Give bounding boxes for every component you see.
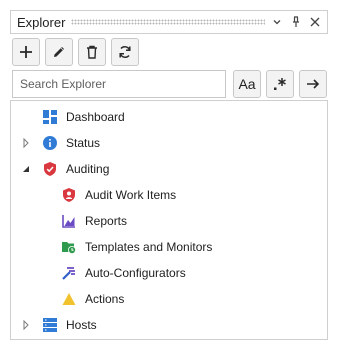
explorer-title-bar: Explorer [10,10,328,34]
pin-icon[interactable] [290,16,302,28]
pencil-icon [54,47,64,57]
server-icon [43,318,57,332]
add-button[interactable] [12,38,40,66]
match-case-label: Aa [238,76,256,92]
tree-item-label: Status [66,136,101,150]
folder-clock-icon [62,240,76,254]
explorer-tree: Dashboard Status Auditing Audit Work Ite… [10,100,328,340]
refresh-button[interactable] [111,38,139,66]
panel-title: Explorer [17,14,66,30]
chart-icon [62,214,76,228]
shield-user-icon [62,188,76,202]
collapse-icon[interactable] [21,164,31,174]
tree-item-label: Audit Work Items [85,188,177,202]
close-icon[interactable] [309,16,321,28]
refresh-icon [119,46,131,58]
go-button[interactable] [299,70,327,98]
tree-item-label: Templates and Monitors [85,240,213,254]
drag-grip[interactable] [71,19,265,25]
tree-item-label: Reports [85,214,128,228]
shield-check-icon [43,162,57,176]
plus-icon [20,46,32,58]
info-icon [43,136,57,150]
expand-icon[interactable] [21,138,31,148]
tree-item-label: Hosts [66,318,97,332]
match-case-button[interactable]: Aa [233,70,261,98]
search-input[interactable] [12,70,226,98]
tree-item-label: Auto-Configurators [85,266,186,280]
edit-button[interactable] [45,38,73,66]
chevron-down-icon[interactable] [271,16,283,28]
dashboard-icon [43,110,57,124]
arrow-right-icon [307,79,320,89]
tree-item-label: Auditing [66,162,110,176]
expand-icon[interactable] [21,320,31,330]
regex-button[interactable] [266,70,294,98]
tree-item-label: Actions [85,292,125,306]
wand-icon [62,266,76,280]
regex-icon [274,78,286,90]
delete-button[interactable] [78,38,106,66]
explorer-toolbar [12,38,139,66]
tree-item-label: Dashboard [66,110,125,124]
warning-icon [62,292,76,306]
trash-icon [87,45,97,59]
search-row: Aa [12,70,328,98]
